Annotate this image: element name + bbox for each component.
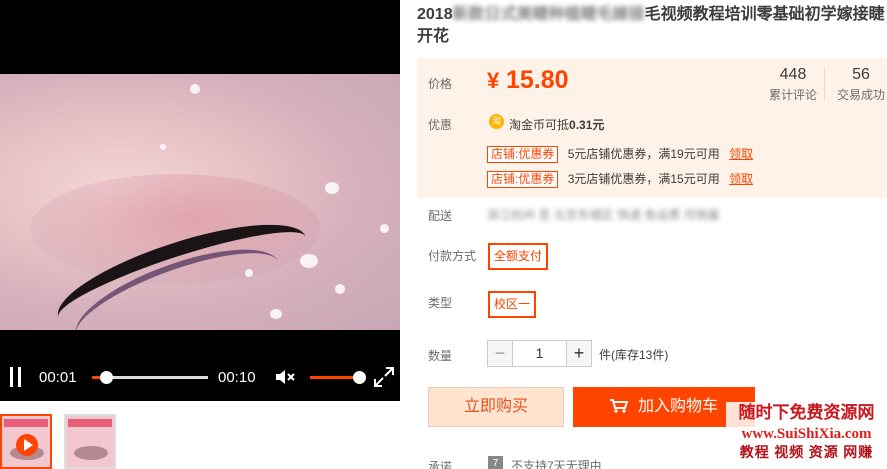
coupon-text: 5元店铺优惠券，满19元可用 <box>567 147 720 161</box>
glitter-dot <box>270 309 282 319</box>
stat-divider <box>824 68 825 100</box>
title-prefix: 2018 <box>417 6 453 23</box>
volume-handle[interactable] <box>353 371 366 384</box>
reviews-label: 累计评论 <box>769 88 818 102</box>
glitter-dot <box>325 182 339 194</box>
commit-text: 不支持7天无理由 <box>511 459 602 469</box>
video-player[interactable]: 00:01 00:10 <box>0 0 400 401</box>
commit-label: 承诺 <box>428 460 453 469</box>
site-watermark: 随时下免费资源网 www.SuiShiXia.com 教程 视频 资源 网赚 <box>726 402 887 469</box>
reviews-stat[interactable]: 448 累计评论 <box>769 66 817 103</box>
sales-stat: 56 交易成功 <box>837 66 885 103</box>
price-currency: ¥ <box>487 68 500 93</box>
coin-amount: 0.31元 <box>569 118 605 132</box>
fullscreen-icon[interactable] <box>373 366 395 388</box>
progress-handle[interactable] <box>99 371 113 384</box>
quantity-input[interactable]: 1 <box>513 340 566 367</box>
payment-option-full[interactable]: 全额支付 <box>488 243 549 270</box>
product-title: 2018新款日式美睫种植睫毛嫁接毛视频教程培训零基础初学嫁接睫开花 <box>417 4 887 48</box>
promo-label: 优惠 <box>428 118 453 132</box>
coin-text: 淘金币可抵0.31元 <box>509 116 604 133</box>
thumbnail-banner <box>4 419 48 427</box>
video-thumbnail[interactable] <box>0 414 52 469</box>
watermark-line-1: 随时下免费资源网 <box>738 403 875 422</box>
reviews-count: 448 <box>779 66 807 83</box>
coupon-text: 3元店铺优惠券，满15元可用 <box>567 172 720 186</box>
type-option-campus-1[interactable]: 校区一 <box>488 291 537 318</box>
glitter-dot <box>300 254 318 268</box>
duration: 00:10 <box>218 369 256 386</box>
claim-coupon-link[interactable]: 领取 <box>729 145 753 162</box>
price-panel: 价格 ¥ 15.80 448 累计评论 56 交易成功 优惠 淘 淘金币可抵0.… <box>417 58 887 198</box>
coupon-row: 店铺:优惠券 5元店铺优惠券，满19元可用 领取 <box>487 145 753 163</box>
video-frame <box>0 74 400 330</box>
play-icon <box>16 434 38 456</box>
increase-button[interactable]: + <box>566 340 592 367</box>
progress-bar[interactable] <box>92 371 208 384</box>
buy-now-button[interactable]: 立即购买 <box>428 387 564 427</box>
video-controls: 00:01 00:10 <box>0 362 400 394</box>
type-label: 类型 <box>428 296 453 310</box>
glitter-dot <box>380 224 389 233</box>
coupon-tag: 店铺:优惠券 <box>487 146 559 163</box>
coupon-row: 店铺:优惠券 3元店铺优惠券，满15元可用 领取 <box>487 170 753 188</box>
no-return-icon: 7 <box>488 456 503 469</box>
taobao-coin-icon: 淘 <box>489 114 504 129</box>
price-label: 价格 <box>428 77 453 91</box>
coupon-tag: 店铺:优惠券 <box>487 171 559 188</box>
quantity-label: 数量 <box>428 349 453 363</box>
image-thumbnail[interactable] <box>64 414 116 469</box>
add-to-cart-label: 加入购物车 <box>637 398 718 415</box>
volume-slider[interactable] <box>310 371 366 384</box>
watermark-line-3: 教程 视频 资源 网赚 <box>739 446 874 461</box>
coin-text-label: 淘金币可抵 <box>509 118 570 132</box>
claim-coupon-link[interactable]: 领取 <box>729 170 753 187</box>
glitter-dot <box>160 144 166 150</box>
cart-icon <box>609 399 628 413</box>
shipping-label: 配送 <box>428 209 453 223</box>
glitter-dot <box>335 284 345 294</box>
glitter-dot <box>190 84 200 94</box>
price-value: 15.80 <box>506 66 569 94</box>
sales-label: 交易成功 <box>837 88 886 102</box>
payment-label: 付款方式 <box>428 249 477 263</box>
sales-count: 56 <box>852 66 870 83</box>
glitter-dot <box>245 269 253 277</box>
shipping-info: 浙江杭州 至 北京东城区 快递 免运费 月销量 <box>487 208 720 222</box>
watermark-line-2: www.SuiShiXia.com <box>741 426 872 442</box>
mute-icon[interactable] <box>275 367 297 387</box>
thumbnail-eye <box>74 446 108 460</box>
title-blurred: 新款日式美睫种植睫毛嫁接 <box>452 6 645 23</box>
pause-icon[interactable] <box>9 367 23 387</box>
decrease-button[interactable]: − <box>487 340 513 367</box>
thumbnail-banner <box>68 419 112 427</box>
stock-text: 件(库存13件) <box>599 348 669 362</box>
current-time: 00:01 <box>39 369 77 386</box>
